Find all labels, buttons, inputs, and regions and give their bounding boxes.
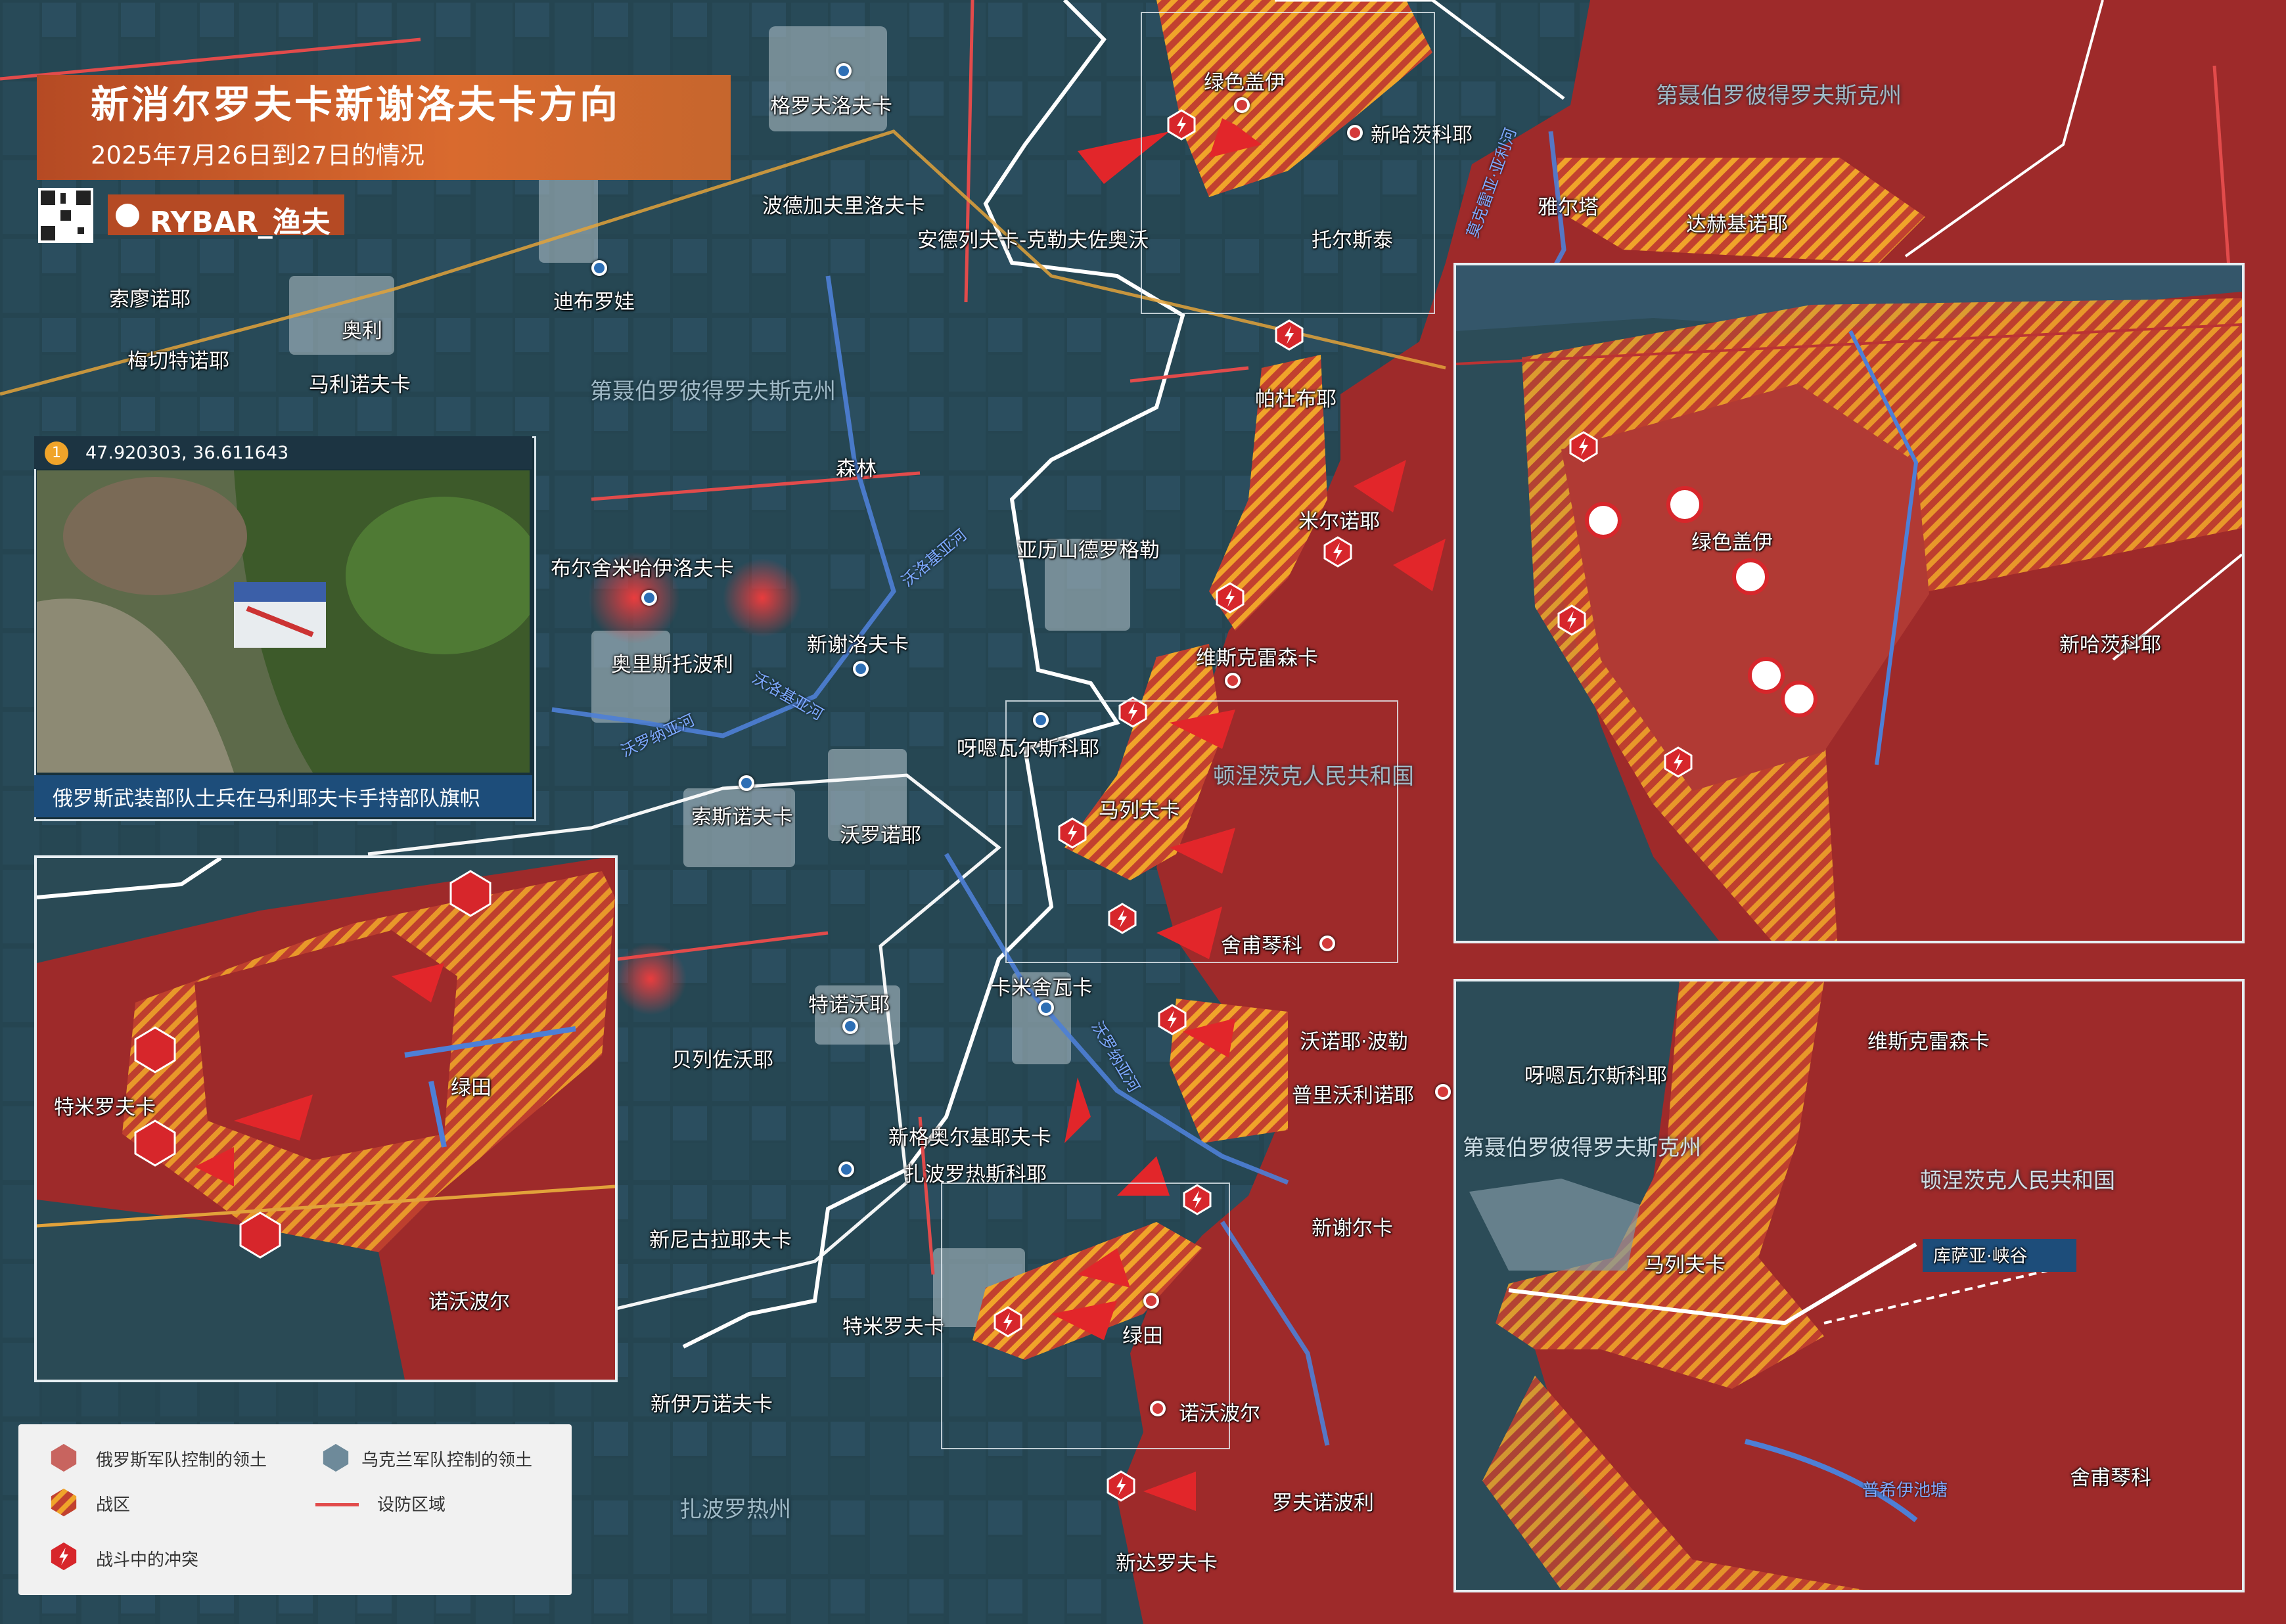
photo-badge: 1 — [45, 441, 68, 465]
inset-place-label: 诺沃波尔 — [428, 1290, 510, 1314]
brand-name: RYBAR_渔夫 — [150, 206, 331, 239]
clash-icon[interactable] — [1322, 536, 1354, 568]
flag-marker-icon[interactable] — [1585, 502, 1622, 539]
clash-icon[interactable] — [1273, 319, 1305, 351]
inset-region-label: 顿涅茨克人民共和国 — [1920, 1167, 2115, 1193]
zoom-frame — [1141, 12, 1435, 314]
place-label: 新尼古拉耶夫卡 — [649, 1229, 792, 1252]
clash-icon[interactable] — [1556, 604, 1588, 636]
photo-coordinates: 47.920303, 36.611643 — [85, 443, 289, 463]
place-label: 布尔舍米哈伊洛夫卡 — [551, 557, 734, 581]
inset-place-label: 绿色盖伊 — [1691, 531, 1773, 554]
region-label: 第聂伯罗彼得罗夫斯克州 — [590, 378, 836, 405]
place-label: 新伊万诺夫卡 — [651, 1393, 773, 1416]
legend-defense: 设防区域 — [377, 1495, 446, 1515]
region-label: 扎波罗热州 — [679, 1497, 791, 1523]
place-label: 卡米舍瓦卡 — [991, 976, 1093, 1000]
map-stage: { "header": { "title": "新消尔罗夫卡新谢洛夫卡方向", … — [0, 0, 2286, 1624]
inset-zelenyi-hai[interactable] — [1453, 263, 2245, 943]
zoom-frame — [1005, 700, 1398, 963]
photo-caption: 俄罗斯武装部队士兵在马利耶夫卡手持部队旗帜 — [53, 787, 480, 811]
ua-settlement-pin[interactable] — [853, 661, 869, 677]
place-label: 雅尔塔 — [1538, 196, 1599, 219]
place-label: 米尔诺耶 — [1298, 510, 1380, 533]
place-label: 马利诺夫卡 — [309, 373, 411, 397]
inset-place-label: 呀嗯瓦尔斯科耶 — [1524, 1064, 1667, 1088]
legend: 俄罗斯军队控制的领土 乌克兰军队控制的领土 战区 设防区域 战斗中的冲突 — [18, 1424, 572, 1595]
place-label: 波德加夫里洛夫卡 — [762, 194, 925, 218]
place-label: 格罗夫洛夫卡 — [770, 95, 892, 118]
flag-marker-icon[interactable] — [1732, 558, 1769, 595]
place-label: 维斯克雷森卡 — [1196, 646, 1318, 670]
inset-place-label: 新哈茨科耶 — [2059, 633, 2161, 657]
region-label: 第聂伯罗彼得罗夫斯克州 — [1656, 83, 1902, 109]
gorge-label: 库萨亚·峡谷 — [1933, 1246, 2028, 1267]
place-label: 安德列夫卡-克勒夫佐奥沃 — [917, 229, 1149, 252]
ru-settlement-pin[interactable] — [1435, 1084, 1451, 1100]
clash-icon[interactable] — [1156, 1004, 1188, 1035]
inset-place-label: 维斯克雷森卡 — [1867, 1030, 1990, 1054]
ru-settlement-pin[interactable] — [1225, 673, 1241, 688]
legend-clash: 战斗中的冲突 — [96, 1550, 199, 1570]
inset-region-label: 第聂伯罗彼得罗夫斯克州 — [1463, 1135, 1701, 1160]
defense-line-icon — [315, 1503, 359, 1506]
ru-territory-icon — [51, 1443, 77, 1472]
ua-settlement-pin[interactable] — [842, 1018, 858, 1034]
flag-marker-icon[interactable] — [1781, 681, 1817, 717]
clash-icon[interactable] — [1662, 746, 1694, 778]
inset-place-label: 特米罗夫卡 — [54, 1096, 156, 1119]
place-label: 新谢洛夫卡 — [807, 633, 909, 657]
place-label: 梅切特诺耶 — [127, 350, 229, 373]
flag-marker-icon[interactable] — [1666, 486, 1703, 523]
photo-image — [37, 470, 530, 773]
weibo-icon — [116, 204, 139, 227]
place-label: 索斯诺夫卡 — [691, 805, 793, 829]
pond-label: 普希伊池塘 — [1862, 1481, 1948, 1500]
place-label: 沃诺耶·波勒 — [1300, 1030, 1408, 1054]
place-label: 特米罗夫卡 — [842, 1315, 944, 1339]
zoom-frame — [941, 1183, 1230, 1449]
map-title: 新消尔罗夫卡新谢洛夫卡方向 — [91, 82, 621, 127]
clash-icon[interactable] — [1214, 582, 1246, 614]
place-label: 迪布罗娃 — [553, 290, 635, 314]
place-label: 索廖诺耶 — [109, 288, 191, 311]
clash-icon[interactable] — [1105, 1470, 1137, 1502]
ua-territory-icon — [323, 1443, 349, 1472]
place-label: 亚历山德罗格勒 — [1017, 539, 1160, 562]
ua-settlement-pin[interactable] — [836, 63, 852, 79]
qr-code-icon[interactable] — [38, 188, 93, 243]
place-label: 奥里斯托波利 — [611, 653, 733, 677]
clash-icon — [51, 1542, 77, 1571]
ua-settlement-pin[interactable] — [591, 260, 607, 276]
place-label: 罗夫诺波利 — [1272, 1491, 1374, 1515]
ua-settlement-pin[interactable] — [739, 775, 754, 791]
map-subtitle: 2025年7月26日到27日的情况 — [91, 141, 424, 169]
ua-settlement-pin[interactable] — [838, 1162, 854, 1177]
place-label: 贝列佐沃耶 — [672, 1049, 773, 1072]
place-label: 普里沃利诺耶 — [1292, 1084, 1414, 1108]
place-label: 帕杜布耶 — [1255, 388, 1337, 411]
clash-icon[interactable] — [1568, 431, 1599, 462]
inset-place-label: 舍甫琴科 — [2070, 1466, 2151, 1490]
place-label: 森林 — [836, 457, 877, 481]
legend-combat: 战区 — [96, 1495, 131, 1515]
place-label: 特诺沃耶 — [808, 993, 890, 1017]
ua-settlement-pin[interactable] — [641, 590, 657, 606]
legend-ru: 俄罗斯军队控制的领土 — [96, 1451, 267, 1470]
place-label: 新达罗夫卡 — [1116, 1552, 1218, 1575]
combat-zone-icon — [51, 1488, 77, 1517]
legend-ua: 乌克兰军队控制的领土 — [361, 1451, 533, 1470]
inset-place-label: 马列夫卡 — [1644, 1253, 1726, 1277]
inset-place-label: 绿田 — [451, 1076, 491, 1100]
flag-marker-icon[interactable] — [1748, 657, 1785, 694]
ua-settlement-pin[interactable] — [1038, 1000, 1054, 1016]
place-label: 奥利 — [342, 319, 382, 343]
place-label: 沃罗诺耶 — [840, 824, 921, 847]
place-label: 新格奥尔基耶夫卡 — [888, 1126, 1051, 1150]
place-label: 新谢尔卡 — [1312, 1217, 1393, 1240]
place-label: 达赫基诺耶 — [1686, 213, 1788, 237]
